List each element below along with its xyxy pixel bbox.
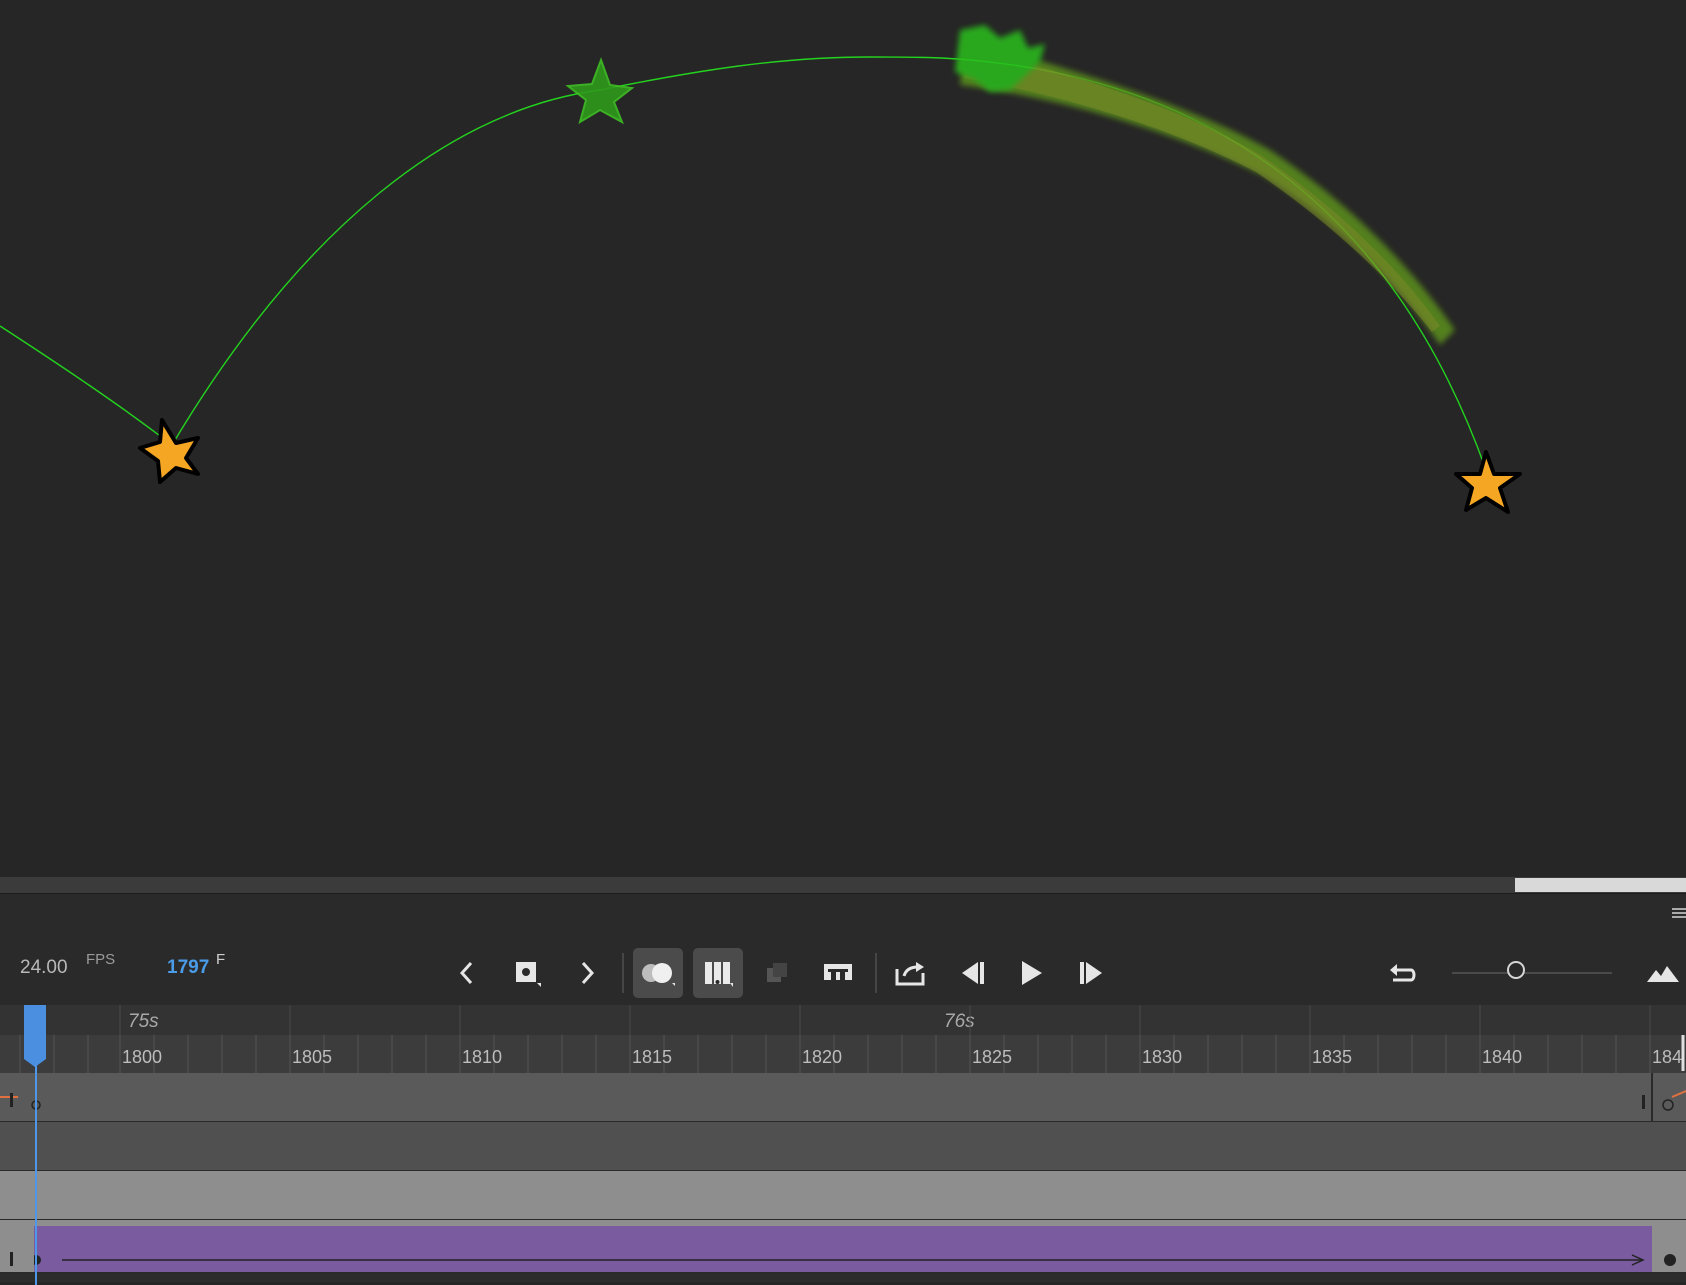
step-forward-icon (1080, 962, 1102, 984)
frame-ticks (19, 1035, 1685, 1073)
prev-keyframe-button[interactable] (442, 948, 492, 998)
stage-artwork (0, 25, 1522, 514)
zoom-slider-knob[interactable] (1507, 961, 1525, 979)
onion-skin-outlines-button[interactable] (693, 948, 743, 998)
layer-frames (0, 1073, 1686, 1121)
insert-keyframe-button[interactable] (502, 948, 552, 998)
step-forward-button[interactable] (1066, 948, 1116, 998)
frame-number-label: 1840 (1482, 1047, 1523, 1067)
frame-number-label: 1830 (1142, 1047, 1183, 1067)
timeline-controls: 24.00 FPS 1797 F (0, 929, 1686, 1005)
star-right (1454, 450, 1522, 514)
layer-markers (10, 1252, 1676, 1266)
frame-number-label: 1835 (1312, 1047, 1353, 1067)
onion-skin-icon (642, 963, 675, 986)
zoom-fit-icon (1647, 966, 1679, 982)
stage-canvas[interactable] (0, 0, 1686, 876)
playhead-handle[interactable] (22, 1005, 48, 1067)
layer-row[interactable] (0, 1220, 1686, 1273)
loop-button[interactable] (813, 948, 863, 998)
timeline-ruler[interactable]: 75s 76s 1800 1805 1810 1815 1820 1825 18… (0, 1005, 1686, 1073)
timeline-header (0, 893, 1686, 930)
play-icon (1022, 961, 1042, 985)
stage-horizontal-scrollbar[interactable] (0, 877, 1686, 893)
onion-skin-outlines-icon (705, 962, 733, 987)
frame-number-label: 1800 (122, 1047, 163, 1067)
layer-row[interactable] (0, 1073, 1686, 1122)
panel-menu-icon[interactable] (1672, 906, 1686, 920)
prev-keyframe-icon (459, 961, 473, 985)
seconds-ticks (119, 1005, 1651, 1035)
zoom-slider-track[interactable] (1452, 972, 1612, 974)
playhead-line (35, 1065, 37, 1285)
current-frame-value[interactable]: 1797 (167, 957, 209, 979)
zoom-fit-button[interactable] (1638, 948, 1686, 998)
layer-row[interactable] (0, 1122, 1686, 1171)
play-button[interactable] (1006, 948, 1056, 998)
onion-skin-star (565, 57, 635, 125)
frame-number-label: 1825 (972, 1047, 1013, 1067)
frames-ruler: 1800 1805 1810 1815 1820 1825 1830 1835 … (0, 1035, 1686, 1073)
controls-separator (622, 953, 624, 993)
frame-number-label: 184 (1652, 1047, 1683, 1067)
frame-number-label: 1820 (802, 1047, 843, 1067)
star-left (138, 418, 200, 484)
insert-keyframe-icon (516, 962, 541, 987)
undo-button[interactable] (1377, 948, 1427, 998)
onion-skin-button[interactable] (633, 948, 683, 998)
scrollbar-thumb[interactable] (1515, 878, 1686, 892)
fps-unit: FPS (86, 951, 116, 968)
edit-multiple-frames-button[interactable] (753, 948, 803, 998)
timeline-zoom-slider[interactable] (1452, 961, 1612, 979)
loop-icon (824, 964, 852, 983)
seconds-ruler: 75s 76s (0, 1005, 1686, 1036)
step-back-icon (962, 962, 984, 984)
motion-path (0, 56, 1487, 471)
fps-value[interactable]: 24.00 (20, 957, 68, 979)
controls-separator (875, 953, 877, 993)
timeline-panel: 24.00 FPS 1797 F 75s 76s 1800 1805 1810 … (0, 893, 1686, 1282)
frame-unit: F (216, 951, 226, 968)
undo-icon (1390, 964, 1416, 982)
frame-number-label: 1815 (632, 1047, 673, 1067)
step-back-button[interactable] (948, 948, 998, 998)
frame-number-label: 1805 (292, 1047, 333, 1067)
next-keyframe-button[interactable] (562, 948, 612, 998)
playhead[interactable] (22, 1005, 48, 1285)
frame-number-label: 1810 (462, 1047, 503, 1067)
export-button[interactable] (886, 948, 936, 998)
onion-skin-trail (955, 25, 1455, 345)
layer-row[interactable] (0, 1171, 1686, 1220)
next-keyframe-icon (581, 961, 595, 985)
edit-multiple-frames-icon (767, 963, 787, 982)
export-icon (895, 962, 925, 986)
